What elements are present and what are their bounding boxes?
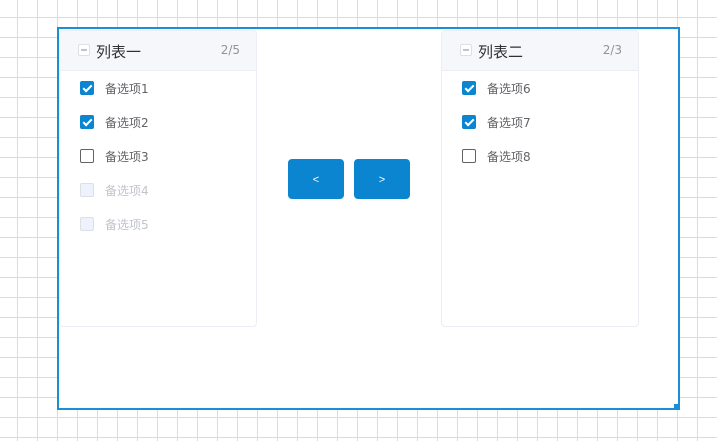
select-all-checkbox[interactable] bbox=[78, 44, 90, 56]
panel-header: 列表二 2/3 bbox=[442, 31, 638, 71]
list-item[interactable]: 备选项6 bbox=[462, 78, 531, 98]
panel-title: 列表二 bbox=[478, 43, 524, 61]
list-item-label: 备选项2 bbox=[105, 115, 149, 130]
resize-corner-handle[interactable] bbox=[674, 404, 680, 410]
panel-header: 列表一 2/5 bbox=[60, 31, 256, 71]
move-to-right-button[interactable]: > bbox=[354, 159, 410, 199]
list-item-label: 备选项3 bbox=[105, 149, 149, 164]
list-item-label: 备选项5 bbox=[105, 217, 149, 232]
checkbox-checked-icon[interactable] bbox=[462, 115, 476, 129]
list-item-label: 备选项6 bbox=[487, 81, 531, 96]
list-item[interactable]: 备选项8 bbox=[462, 146, 531, 166]
transfer-panel-right: 列表二 2/3 备选项6 备选项7 备选项8 bbox=[441, 30, 639, 327]
list-item[interactable]: 备选项1 bbox=[80, 78, 149, 98]
list-item-disabled: 备选项5 bbox=[80, 214, 149, 234]
checkbox-disabled-icon bbox=[80, 217, 94, 231]
panel-count: 2/3 bbox=[602, 43, 622, 57]
list-item-label: 备选项1 bbox=[105, 81, 149, 96]
select-all-checkbox[interactable] bbox=[460, 44, 472, 56]
list-item-label: 备选项8 bbox=[487, 149, 531, 164]
list-item-disabled: 备选项4 bbox=[80, 180, 149, 200]
panel-title: 列表一 bbox=[96, 43, 142, 61]
checkbox-unchecked-icon[interactable] bbox=[462, 149, 476, 163]
list-item[interactable]: 备选项2 bbox=[80, 112, 149, 132]
checkbox-checked-icon[interactable] bbox=[462, 81, 476, 95]
checkbox-checked-icon[interactable] bbox=[80, 81, 94, 95]
checkbox-disabled-icon bbox=[80, 183, 94, 197]
checkbox-unchecked-icon[interactable] bbox=[80, 149, 94, 163]
list-item-label: 备选项7 bbox=[487, 115, 531, 130]
panel-count: 2/5 bbox=[220, 43, 240, 57]
checkbox-checked-icon[interactable] bbox=[80, 115, 94, 129]
move-to-left-button[interactable]: < bbox=[288, 159, 344, 199]
transfer-panel-left: 列表一 2/5 备选项1 备选项2 备选项3 备选项4 备选项5 bbox=[59, 30, 257, 327]
list-item[interactable]: 备选项3 bbox=[80, 146, 149, 166]
list-item-label: 备选项4 bbox=[105, 183, 149, 198]
list-item[interactable]: 备选项7 bbox=[462, 112, 531, 132]
